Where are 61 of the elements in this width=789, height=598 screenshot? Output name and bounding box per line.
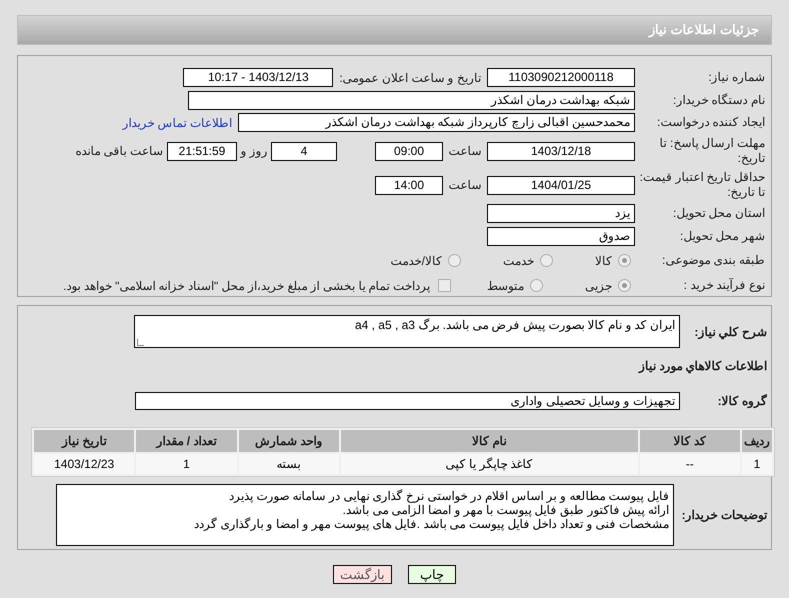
section-title: اطلاعات کالاهاي مورد نياز xyxy=(637,358,767,375)
print-button[interactable]: چاپ xyxy=(408,565,456,584)
field-label: شرح کلي نياز: xyxy=(693,324,767,341)
field-label: تاریخ و ساعت اعلان عمومی: xyxy=(339,70,481,87)
input-field[interactable]: 1404/01/25 xyxy=(487,176,635,195)
field-label: ساعت xyxy=(448,143,482,160)
countdown-field[interactable]: 21:51:59 xyxy=(167,142,237,161)
radio-button[interactable] xyxy=(540,254,553,268)
column-header: کد کالا xyxy=(640,430,740,452)
field-label: ایجاد کننده درخواست: xyxy=(656,115,766,130)
field-label: توضیحات خریدار: xyxy=(680,507,767,524)
notes-field[interactable]: فایل پیوست مطالعه و بر اساس اقلام در خواستی نرخ گذاری نهایی در سامانه صورت پذیرد ارائه پیش فاکتور طبق فایل پیوست با مهر و امضا الزامی می باشد. مشخصات فنی و تعداد داخل فایل پیوست می باشد .فایل های پیوست مهر و امضا و بارگذاری گردد xyxy=(56,484,674,546)
column-header: تاریخ نیاز xyxy=(34,430,134,452)
column-header: ردیف xyxy=(742,430,772,452)
field-label: حداقل تاریخ اعتبار قیمت: تا تاریخ: xyxy=(638,170,766,200)
column-header: واحد شمارش xyxy=(238,430,339,452)
table-cell: -- xyxy=(640,454,740,474)
radio-label: کالا/خدمت xyxy=(390,252,442,270)
radio-button[interactable] xyxy=(448,254,461,268)
description-field[interactable]: ایران کد و نام کالا بصورت پیش فرض می باشد. برگ a4 , a5 , a3 xyxy=(134,315,680,348)
page-title: جزئیات اطلاعات نیاز xyxy=(648,21,759,40)
radio-label: کالا xyxy=(595,252,612,270)
field-label: شهر محل تحویل: xyxy=(678,229,766,244)
field-label: نوع فرآیند خرید : xyxy=(682,278,766,294)
input-field[interactable]: 14:00 xyxy=(375,176,443,195)
field-label: مهلت ارسال پاسخ: تا تاریخ: xyxy=(658,136,766,166)
table-cell: 1 xyxy=(136,454,237,474)
contact-link[interactable]: اطلاعات تماس خریدار xyxy=(122,114,232,132)
table-cell: 1403/12/23 xyxy=(34,454,134,474)
input-field[interactable]: شبکه بهداشت درمان اشکذر xyxy=(188,90,635,110)
input-field[interactable]: 1103090212000118 xyxy=(487,68,635,88)
checkbox[interactable] xyxy=(438,279,451,292)
radio-label: متوسط xyxy=(487,278,524,295)
input-field[interactable]: محمدحسین اقبالی زارچ کارپرداز شبکه بهداشت درمان اشکذر xyxy=(238,113,635,132)
radio-button[interactable] xyxy=(618,254,631,268)
field-label: شماره نیاز: xyxy=(707,70,766,86)
field-label: نام دستگاه خریدار: xyxy=(672,92,766,108)
back-button[interactable]: بازگشت xyxy=(333,565,392,584)
field-label: استان محل تحویل: xyxy=(672,206,766,222)
radio-button[interactable] xyxy=(618,279,631,292)
field-label: طبقه بندی موضوعی: xyxy=(660,253,766,268)
input-field[interactable]: 1403/12/13 - 10:17 xyxy=(183,68,334,88)
column-header: تعداد / مقدار xyxy=(136,430,237,452)
field-label: روز و xyxy=(239,143,269,160)
input-field[interactable]: تجهیزات و وسایل تحصیلی واداری xyxy=(135,392,680,410)
field-label: گروه کالا: xyxy=(716,393,767,410)
radio-label: جزیی xyxy=(585,278,612,295)
field-label: ساعت باقی مانده xyxy=(75,143,163,160)
input-field[interactable]: یزد xyxy=(487,204,635,224)
column-header: نام کالا xyxy=(340,430,638,452)
input-field[interactable]: 4 xyxy=(271,142,337,161)
payment-note: پرداخت تمام یا بخشی از مبلغ خرید،از محل "اسناد خزانه اسلامی" خواهد بود. xyxy=(63,278,430,295)
table-cell: کاغذ چاپگر یا کپی xyxy=(340,454,638,474)
input-field[interactable]: 09:00 xyxy=(375,142,443,161)
input-field[interactable]: صدوق xyxy=(487,227,635,246)
radio-label: خدمت xyxy=(503,252,534,270)
table-cell: بسته xyxy=(238,454,339,474)
field-label: ساعت xyxy=(448,177,482,194)
table-cell: 1 xyxy=(742,454,772,474)
radio-button[interactable] xyxy=(530,279,543,292)
input-field[interactable]: 1403/12/18 xyxy=(487,142,635,161)
